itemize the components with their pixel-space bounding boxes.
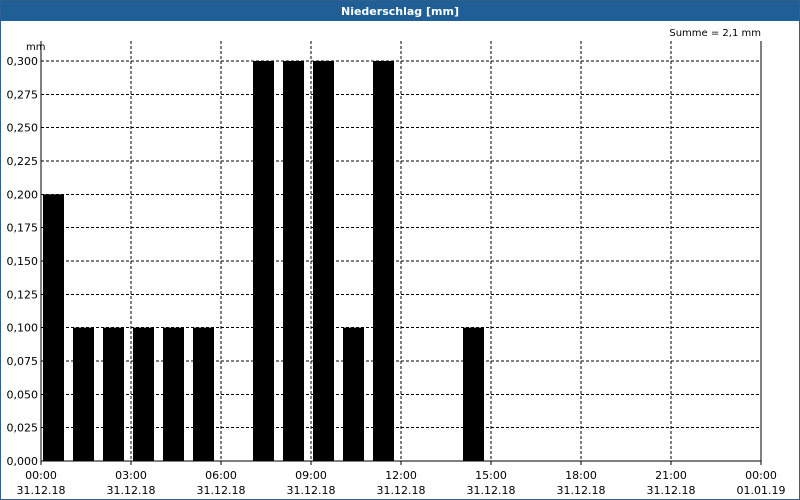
x-tick-date: 31.12.18 [467, 484, 516, 497]
x-tick-date: 31.12.18 [557, 484, 606, 497]
x-tick-time: 06:00 [205, 469, 237, 482]
bar-0100 [73, 327, 94, 461]
bar-0900 [313, 61, 334, 461]
x-tick-time: 15:00 [475, 469, 507, 482]
y-tick-label: 0,075 [7, 355, 39, 368]
x-tick-time: 21:00 [655, 469, 687, 482]
x-tick-time: 00:00 [745, 469, 777, 482]
y-tick-label: 0,125 [7, 288, 39, 301]
x-tick-time: 09:00 [295, 469, 327, 482]
bar-0300 [133, 327, 154, 461]
y-tick-label: 0,300 [7, 55, 39, 68]
bar-1100 [373, 61, 394, 461]
x-tick-date: 31.12.18 [17, 484, 66, 497]
x-tick-date: 31.12.18 [197, 484, 246, 497]
x-tick-date: 31.12.18 [107, 484, 156, 497]
x-tick-date: 31.12.18 [287, 484, 336, 497]
y-tick-label: 0,000 [7, 455, 39, 468]
y-tick-label: 0,025 [7, 422, 39, 435]
bar-1000 [343, 327, 364, 461]
x-tick-time: 00:00 [25, 469, 57, 482]
sum-annotation: Summe = 2,1 mm [669, 28, 761, 39]
y-tick-label: 0,050 [7, 388, 39, 401]
y-tick-label: 0,150 [7, 255, 39, 268]
y-tick-label: 0,275 [7, 88, 39, 101]
x-tick-time: 03:00 [115, 469, 147, 482]
bar-0500 [193, 327, 214, 461]
x-tick-date: 01.01.19 [737, 484, 786, 497]
y-tick-label: 0,200 [7, 188, 39, 201]
bar-0000 [43, 194, 64, 462]
y-axis-unit: mm [26, 42, 45, 53]
bar-0700 [253, 61, 274, 461]
bar-0200 [103, 327, 124, 461]
bar-1400 [463, 327, 484, 461]
bar-0400 [163, 327, 184, 461]
chart-canvas: 0,000 0,025 0,050 0,075 0,100 0,125 0,150 0,175… [7, 28, 786, 497]
y-tick-label: 0,175 [7, 222, 39, 235]
y-tick-label: 0,250 [7, 122, 39, 135]
x-tick-date: 31.12.18 [647, 484, 696, 497]
x-tick-time: 18:00 [565, 469, 597, 482]
y-tick-label: 0,100 [7, 322, 39, 335]
x-tick-time: 12:00 [385, 469, 417, 482]
y-tick-label: 0,225 [7, 155, 39, 168]
bar-0800 [283, 61, 304, 461]
x-tick-date: 31.12.18 [377, 484, 426, 497]
